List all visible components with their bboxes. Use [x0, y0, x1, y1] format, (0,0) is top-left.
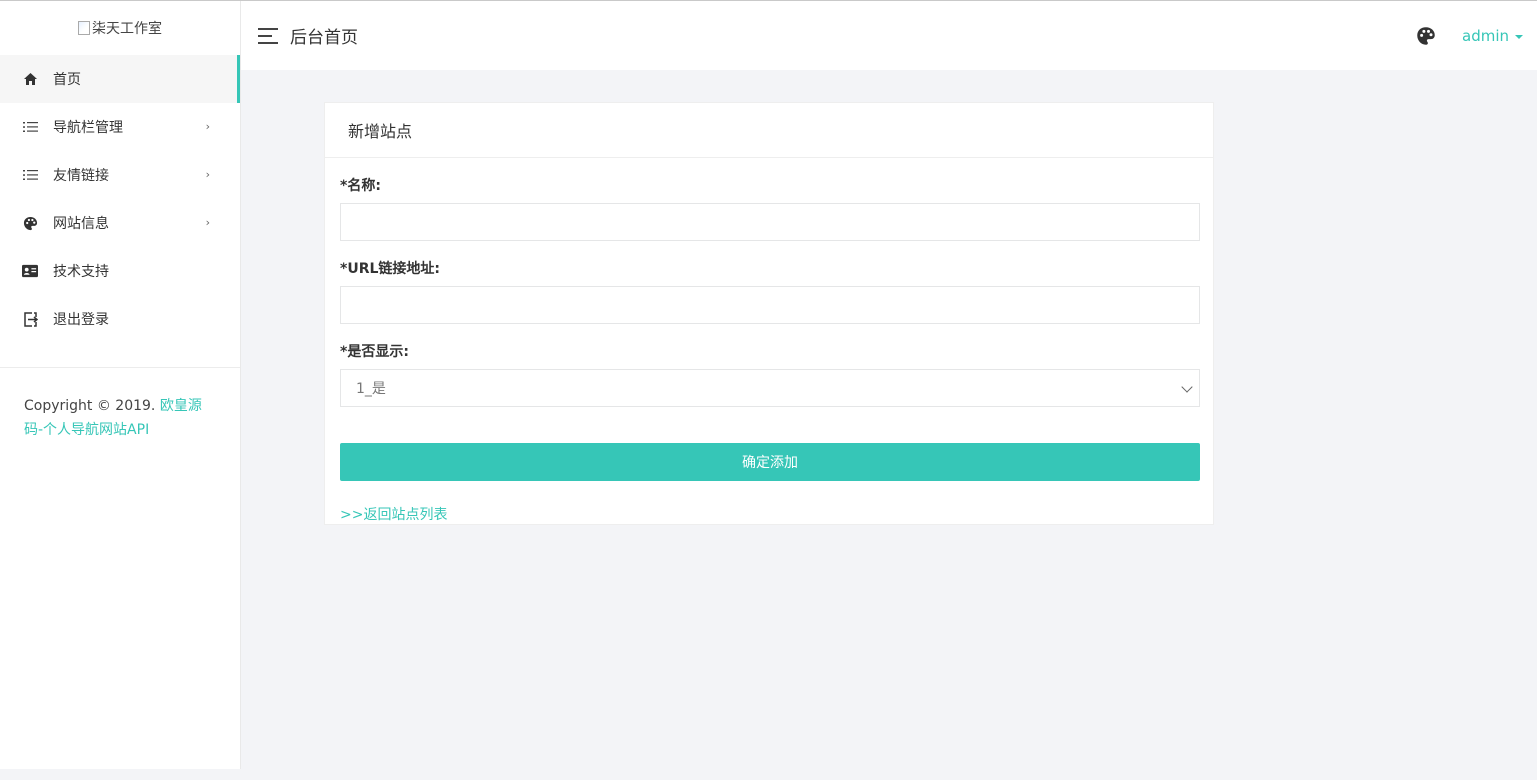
home-icon: [22, 71, 38, 87]
sidebar-item-label: 技术支持: [53, 264, 109, 280]
chevron-right-icon: ›: [205, 120, 210, 133]
chevron-right-icon: ›: [205, 216, 210, 229]
menu-toggle-icon[interactable]: [258, 27, 278, 44]
copyright: Copyright © 2019. 欧皇源码-个人导航网站API: [0, 368, 240, 442]
chevron-right-icon: ›: [205, 168, 210, 181]
sidebar-item-label: 友情链接: [53, 168, 109, 184]
sidebar-item-logout[interactable]: 退出登录: [0, 295, 240, 343]
username: admin: [1462, 26, 1509, 45]
logout-icon: [22, 311, 38, 327]
sidebar-item-label: 网站信息: [53, 216, 109, 232]
show-select-value: 1_是: [356, 381, 386, 397]
sidebar-item-label: 退出登录: [53, 312, 109, 328]
sidebar-item-label: 导航栏管理: [53, 120, 123, 136]
caret-down-icon: [1515, 34, 1523, 39]
list-icon: [22, 167, 38, 183]
add-site-card: 新增站点 *名称: *URL链接地址: *是否显示: 1_是 确定添加 >>返回…: [324, 102, 1214, 525]
page-title: 后台首页: [290, 28, 358, 48]
theme-palette-icon[interactable]: [1416, 26, 1436, 46]
sidebar: 柒天工作室 首页 导航栏管理 › 友情链接 › 网站信息 › 技术支持 退出登录…: [0, 1, 241, 769]
sidebar-item-home[interactable]: 首页: [0, 55, 240, 103]
card-title: 新增站点: [325, 103, 1213, 158]
user-dropdown[interactable]: admin: [1462, 27, 1523, 45]
copyright-text: Copyright © 2019.: [24, 398, 156, 414]
submit-button[interactable]: 确定添加: [340, 443, 1200, 481]
name-label: *名称:: [340, 178, 381, 194]
sidebar-item-site-info[interactable]: 网站信息 ›: [0, 199, 240, 247]
show-select[interactable]: 1_是: [340, 369, 1200, 407]
logo-image-placeholder: 柒天工作室: [78, 18, 162, 38]
chevron-down-icon: [1181, 381, 1193, 393]
url-input[interactable]: [340, 286, 1200, 324]
list-icon: [22, 119, 38, 135]
url-label: *URL链接地址:: [340, 261, 440, 277]
logo-alt-text: 柒天工作室: [92, 21, 162, 37]
sidebar-menu: 首页 导航栏管理 › 友情链接 › 网站信息 › 技术支持 退出登录: [0, 55, 240, 343]
logo[interactable]: 柒天工作室: [0, 1, 240, 55]
sidebar-item-nav-management[interactable]: 导航栏管理 ›: [0, 103, 240, 151]
name-input[interactable]: [340, 203, 1200, 241]
broken-image-icon: [78, 21, 90, 35]
top-header: 后台首页 admin: [241, 1, 1537, 70]
sidebar-item-friend-links[interactable]: 友情链接 ›: [0, 151, 240, 199]
back-to-list-link[interactable]: >>返回站点列表: [340, 504, 447, 524]
show-label: *是否显示:: [340, 344, 409, 360]
add-site-form: *名称: *URL链接地址: *是否显示: 1_是 确定添加 >>返回站点列表: [325, 175, 1213, 524]
sidebar-item-label: 首页: [53, 72, 81, 88]
sidebar-item-tech-support[interactable]: 技术支持: [0, 247, 240, 295]
palette-icon: [22, 215, 38, 231]
id-card-icon: [22, 263, 38, 279]
